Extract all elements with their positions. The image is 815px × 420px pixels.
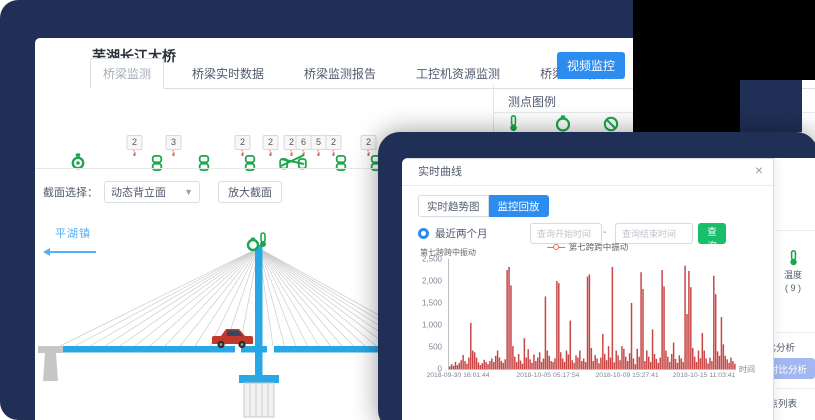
sensor-count-badge: 2 [263, 135, 279, 150]
vibration-bars [449, 259, 736, 369]
screen: 芜湖长江大桥 桥梁监测 桥梁实时数据 桥梁监测报告 工控机资源监测 桥梁系统报警… [0, 0, 815, 420]
radio-last-two-months[interactable] [418, 228, 429, 239]
range-separator: - [603, 227, 606, 238]
window-frame-corner [740, 80, 802, 132]
sensor-count-badge: 2 [127, 135, 143, 150]
sensor-item-dash: 2 [242, 135, 243, 156]
modal-title: 实时曲线 [418, 159, 462, 185]
sensor-position-dash [318, 152, 319, 156]
video-monitor-button[interactable]: 视频监控 [557, 52, 625, 79]
divider [777, 332, 815, 333]
sensor-count-badge: 5 [311, 135, 327, 150]
tab-bridge-realtime-data[interactable]: 桥梁实时数据 [180, 59, 276, 88]
y-tick-label: 1,000 [422, 321, 442, 330]
tab-bridge-monitoring[interactable]: 桥梁监测 [90, 58, 164, 89]
chevron-down-icon: ▼ [184, 187, 193, 197]
y-tick-label: 1,500 [422, 299, 442, 308]
y-axis-ticks: 2,5002,0001,5001,0005000 [402, 259, 444, 369]
x-tick-label: 2018-10-05 05:17:54 [516, 372, 579, 379]
legend-item-temperature[interactable]: 温度 ( 9 ) [775, 250, 811, 293]
divider [777, 388, 815, 389]
sensor-position-dash [242, 152, 243, 156]
bridge-schematic [35, 215, 405, 420]
radio-label: 最近两个月 [435, 226, 488, 241]
modal-window-page: 温度 ( 9 ) 对比分析 对比分析 测点列表 实时曲线 × 实时趋势图 监控回… [402, 158, 815, 420]
temperature-label: 温度 [784, 268, 802, 281]
x-axis-ticks: 2018-09-30 16:01:442018-10-05 05:17:5420… [448, 372, 735, 384]
section-select[interactable]: 动态背立面 ▼ [104, 181, 200, 203]
sensor-item-dash: 2 [270, 135, 271, 156]
sensor-count-badge: 3 [166, 135, 182, 150]
tower-top-sensor-icons [248, 233, 266, 250]
sensor-item-dash: 3 [173, 135, 174, 156]
y-tick-label: 2,500 [422, 255, 442, 264]
query-button[interactable]: 查询 [698, 223, 726, 244]
sensor-position-dash [333, 152, 334, 156]
tab-ipc-resource-monitor[interactable]: 工控机资源监测 [404, 59, 512, 88]
black-panel [633, 0, 740, 132]
sensor-item-dash: 2 [134, 135, 135, 156]
x-tick-label: 2018-10-09 15:27:41 [596, 372, 659, 379]
legend-panel-title: 测点图例 [508, 93, 556, 110]
modal-tabs: 实时趋势图 监控回放 [418, 195, 549, 217]
thermometer-icon [788, 250, 799, 266]
sensor-item-dash: 5 [318, 135, 319, 156]
sensor-item-gauge[interactable] [71, 133, 86, 170]
sensor-item-link[interactable] [336, 133, 347, 171]
y-tick-label: 500 [429, 343, 442, 352]
modal-window-frame: 温度 ( 9 ) 对比分析 对比分析 测点列表 实时曲线 × 实时趋势图 监控回… [378, 132, 815, 420]
x-tick-label: 2018-09-30 16:01:44 [426, 372, 489, 379]
modal-header: 实时曲线 × [402, 159, 773, 186]
vibration-chart-plot [448, 259, 736, 370]
right-sidebar: 温度 ( 9 ) 对比分析 对比分析 测点列表 [773, 158, 815, 420]
tab-realtime-trend[interactable]: 实时趋势图 [418, 195, 489, 217]
sensor-position-dash [368, 152, 369, 156]
tab-monitor-playback[interactable]: 监控回放 [489, 195, 549, 217]
divider [777, 230, 815, 231]
zoom-section-button[interactable]: 放大截面 [218, 181, 282, 203]
section-select-label: 截面选择： [43, 184, 98, 200]
realtime-curve-modal: 实时曲线 × 实时趋势图 监控回放 最近两个月 - 查询 第七跨跨中振动 第七跨… [402, 158, 774, 420]
sensor-position-dash [270, 152, 271, 156]
close-icon[interactable]: × [755, 162, 763, 178]
sensor-position-dash [173, 152, 174, 156]
tower-pier [244, 383, 274, 417]
sensor-item-link[interactable] [152, 133, 163, 171]
legend-series-name: 第七跨跨中振动 [569, 241, 629, 253]
sensor-item-link[interactable] [199, 133, 210, 171]
legend-marker-icon [547, 244, 565, 251]
chart-legend[interactable]: 第七跨跨中振动 [547, 241, 629, 253]
sensor-item-link[interactable] [245, 133, 256, 171]
left-pier [38, 346, 63, 381]
y-tick-label: 2,000 [422, 277, 442, 286]
sensor-item-dash: 2 [368, 135, 369, 156]
sensor-item-special[interactable] [279, 133, 307, 170]
sensor-item-dash: 2 [333, 135, 334, 156]
temperature-count: ( 9 ) [785, 283, 801, 293]
car [212, 329, 253, 348]
x-tick-label: 2018-10-15 11:03:41 [673, 372, 736, 379]
x-axis-title: 时间 [739, 364, 755, 375]
sensor-position-dash [134, 152, 135, 156]
tab-bridge-monitor-report[interactable]: 桥梁监测报告 [292, 59, 388, 88]
section-select-value: 动态背立面 [111, 184, 166, 200]
section-controls: 截面选择： 动态背立面 ▼ 放大截面 [43, 181, 282, 203]
